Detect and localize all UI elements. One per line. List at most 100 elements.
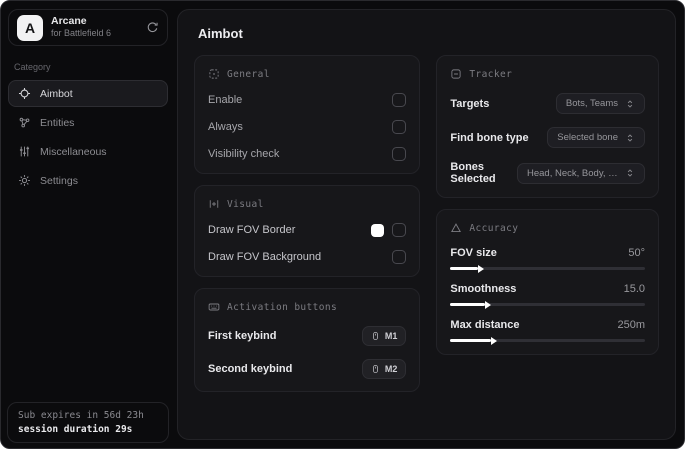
sidebar-item-miscellaneous[interactable]: Miscellaneous xyxy=(8,138,168,165)
max-distance-slider-group: Max distance 250m xyxy=(450,319,645,342)
always-checkbox[interactable] xyxy=(392,120,407,134)
keybind-value: M2 xyxy=(384,364,398,374)
draw-fov-background-checkbox[interactable] xyxy=(392,250,407,264)
fov-border-color-swatch[interactable] xyxy=(371,223,385,237)
setting-row: Enable xyxy=(208,93,407,107)
unfold-icon xyxy=(625,99,635,109)
subscription-status: Sub expires in 56d 23h session duration … xyxy=(7,402,169,443)
visual-card-header: Visual xyxy=(208,198,406,210)
sidebar: A Arcane for Battlefield 6 Category Aimb… xyxy=(1,1,175,448)
slider-fill[interactable] xyxy=(450,267,478,270)
sliders-icon xyxy=(18,145,31,158)
dropdown-label: Bones Selected xyxy=(450,161,496,185)
card-title: General xyxy=(227,68,270,80)
slider-value: 15.0 xyxy=(623,283,645,295)
visual-card: Visual Draw FOV Border Draw FOV Backgrou… xyxy=(194,185,421,277)
scan-icon xyxy=(450,68,462,80)
activation-card: Activation buttons First keybind M1 Seco… xyxy=(194,288,421,392)
right-column: Tracker Targets Bots, Teams Find bone ty… xyxy=(436,55,659,355)
smoothness-slider[interactable] xyxy=(450,303,645,306)
general-card: General Enable Always Visibility check xyxy=(194,55,421,174)
visibility-check-checkbox[interactable] xyxy=(392,147,407,161)
keybind-label: Second keybind xyxy=(208,363,293,375)
slider-label: FOV size xyxy=(450,247,497,259)
setting-row: Visibility check xyxy=(208,147,407,161)
triangle-icon xyxy=(450,222,462,234)
accuracy-card: Accuracy FOV size 50° Smoothness 15.0 Ma… xyxy=(436,209,659,355)
slider-value: 250m xyxy=(617,319,645,331)
sidebar-item-aimbot[interactable]: Aimbot xyxy=(8,80,168,107)
accuracy-card-header: Accuracy xyxy=(450,222,645,234)
keyboard-icon xyxy=(208,301,220,313)
brand-text: Arcane for Battlefield 6 xyxy=(51,15,111,39)
dropdown-row: Targets Bots, Teams xyxy=(450,93,645,114)
setting-label: Enable xyxy=(208,94,243,106)
sidebar-item-label: Entities xyxy=(40,116,75,129)
dropdown-row: Bones Selected Head, Neck, Body, Pe.. xyxy=(450,161,645,185)
smoothness-slider-group: Smoothness 15.0 xyxy=(450,283,645,306)
main-panel: Aimbot General Enable Always Visibility … xyxy=(177,9,676,440)
category-label: Category xyxy=(14,62,51,72)
fov-size-slider[interactable] xyxy=(450,267,645,270)
setting-label: Draw FOV Border xyxy=(208,224,296,236)
brand-card: A Arcane for Battlefield 6 xyxy=(8,9,168,46)
card-title: Accuracy xyxy=(469,222,519,234)
gear-icon xyxy=(18,174,31,187)
left-column: General Enable Always Visibility check V… xyxy=(194,55,421,392)
sub-expiry-text: Sub expires in 56d 23h xyxy=(18,410,144,421)
unfold-icon xyxy=(625,168,635,178)
slider-fill[interactable] xyxy=(450,339,492,342)
targets-dropdown[interactable]: Bots, Teams xyxy=(555,93,645,114)
sync-icon[interactable] xyxy=(146,21,159,34)
sidebar-item-label: Miscellaneous xyxy=(40,145,107,158)
dropdown-value: Bots, Teams xyxy=(565,98,618,109)
dropdown-label: Targets xyxy=(450,97,490,110)
draw-fov-border-checkbox[interactable] xyxy=(392,223,407,237)
viewport-icon xyxy=(208,198,220,210)
setting-row: Draw FOV Background xyxy=(208,250,407,264)
keybind-label: First keybind xyxy=(208,330,277,342)
find-bone-type-dropdown[interactable]: Selected bone xyxy=(547,127,645,148)
card-title: Tracker xyxy=(469,68,513,80)
slider-value: 50° xyxy=(628,247,645,259)
card-title: Activation buttons xyxy=(227,301,338,313)
setting-label: Always xyxy=(208,121,243,133)
dropdown-row: Find bone type Selected bone xyxy=(450,127,645,148)
setting-row: Draw FOV Border xyxy=(208,223,407,237)
sidebar-item-label: Settings xyxy=(40,174,78,187)
entities-icon xyxy=(18,116,31,129)
app-window: A Arcane for Battlefield 6 Category Aimb… xyxy=(0,0,685,449)
session-duration-text: session duration 29s xyxy=(18,424,133,435)
dropdown-value: Selected bone xyxy=(557,132,618,143)
page-title: Aimbot xyxy=(198,26,243,41)
unfold-icon xyxy=(625,133,635,143)
second-keybind-button[interactable]: M2 xyxy=(361,359,407,379)
grid-icon xyxy=(208,68,220,80)
sidebar-item-entities[interactable]: Entities xyxy=(8,109,168,136)
sidebar-item-settings[interactable]: Settings xyxy=(8,167,168,194)
first-keybind-button[interactable]: M1 xyxy=(361,326,407,346)
enable-checkbox[interactable] xyxy=(392,93,407,107)
activation-card-header: Activation buttons xyxy=(208,301,406,313)
keybind-row: Second keybind M2 xyxy=(208,359,407,379)
mouse-icon xyxy=(371,330,380,342)
general-card-header: General xyxy=(208,68,406,80)
tracker-card-header: Tracker xyxy=(450,68,645,80)
setting-label: Visibility check xyxy=(208,148,280,160)
card-title: Visual xyxy=(227,198,264,210)
sidebar-item-label: Aimbot xyxy=(40,87,73,100)
slider-label: Max distance xyxy=(450,319,520,331)
app-logo: A xyxy=(17,14,43,41)
keybind-value: M1 xyxy=(384,331,398,341)
mouse-icon xyxy=(371,363,380,375)
tracker-card: Tracker Targets Bots, Teams Find bone ty… xyxy=(436,55,659,198)
dropdown-label: Find bone type xyxy=(450,131,529,144)
slider-fill[interactable] xyxy=(450,303,486,306)
keybind-row: First keybind M1 xyxy=(208,326,407,346)
setting-row: Always xyxy=(208,120,407,134)
fov-size-slider-group: FOV size 50° xyxy=(450,247,645,270)
slider-label: Smoothness xyxy=(450,283,517,295)
bones-selected-dropdown[interactable]: Head, Neck, Body, Pe.. xyxy=(517,162,645,184)
sidebar-nav: Aimbot Entities Miscellaneous Settings xyxy=(8,80,168,194)
max-distance-slider[interactable] xyxy=(450,339,645,342)
